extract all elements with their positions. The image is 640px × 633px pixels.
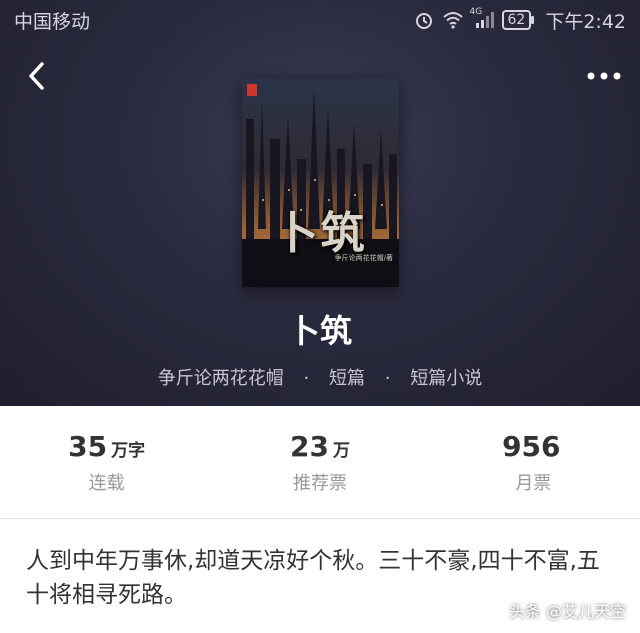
status-indicators: 4G 62 下午2:42 [414,7,626,34]
stat-unit: 万 [332,440,350,461]
stat-monthly-votes[interactable]: 956 月票 [433,430,633,495]
book-meta: 争斤论两花花帽 · 短篇 · 短篇小说 [0,364,640,390]
book-cover[interactable]: 卜筑 争斤论两花花帽/著 [242,79,399,287]
status-bar: 中国移动 4G 62 下午2:42 [0,0,640,40]
stat-label: 月票 [515,472,552,494]
publisher-logo [247,84,257,96]
cover-author: 争斤论两花花帽/著 [334,254,393,262]
stat-recommend-votes[interactable]: 23 万 推荐票 [220,430,420,495]
stat-label: 推荐票 [292,472,347,494]
clock-time: 下午2:42 [545,10,626,33]
carrier-name: 中国移动 [14,10,91,33]
chevron-left-icon [29,62,44,90]
book-header: 中国移动 4G 62 下午2:42 卜筑 争斤论两花花帽/著 卜筑 争斤论两花花… [0,0,640,406]
more-button[interactable] [584,62,624,90]
cover-title: 卜筑 [274,208,367,259]
battery-icon: 62 [501,10,535,30]
length-tag: 短篇 [329,368,365,389]
meta-separator: · [384,368,391,389]
watermark: 头条 @艾儿天空 [508,602,626,621]
more-dots-icon [587,72,621,80]
stat-label: 连载 [88,472,125,494]
stat-unit: 万字 [111,440,146,461]
signal-icon: 4G [470,7,494,29]
stat-value: 956 [502,429,561,463]
stats-row: 35 万字 连载 23 万 推荐票 956 月票 [0,406,640,519]
book-title: 卜筑 [287,312,352,350]
meta-separator: · [303,368,310,389]
network-type: 4G [469,7,483,17]
alarm-icon [414,10,434,30]
stat-value: 35 [68,429,108,463]
stat-word-count: 35 万字 连载 [7,430,207,495]
battery-level: 62 [507,12,526,28]
category-link[interactable]: 短篇小说 [410,368,482,389]
back-button[interactable] [20,60,52,92]
stat-value: 23 [290,429,329,463]
wifi-icon [442,11,464,29]
author-link[interactable]: 争斤论两花花帽 [158,368,284,389]
